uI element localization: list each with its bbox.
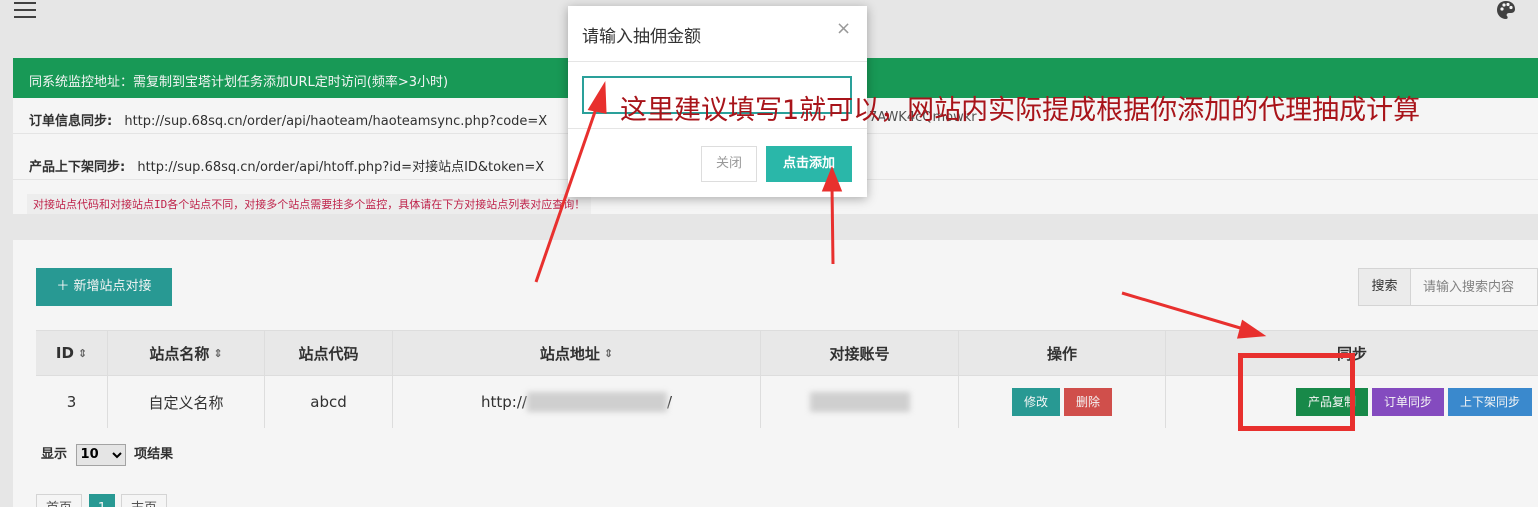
confirm-add-button[interactable]: 点击添加 xyxy=(766,146,852,182)
dialog-title: 请输入抽佣金额 xyxy=(582,27,701,47)
dialog-divider xyxy=(568,61,867,62)
dialog-divider xyxy=(568,128,867,129)
annotation-text: 这里建议填写1就可以，网站内实际提成根据你添加的代理抽成计算 xyxy=(620,95,1421,126)
annotation-highlight-box xyxy=(1238,353,1355,431)
cancel-button[interactable]: 关闭 xyxy=(701,146,757,182)
close-icon[interactable]: × xyxy=(836,18,851,39)
